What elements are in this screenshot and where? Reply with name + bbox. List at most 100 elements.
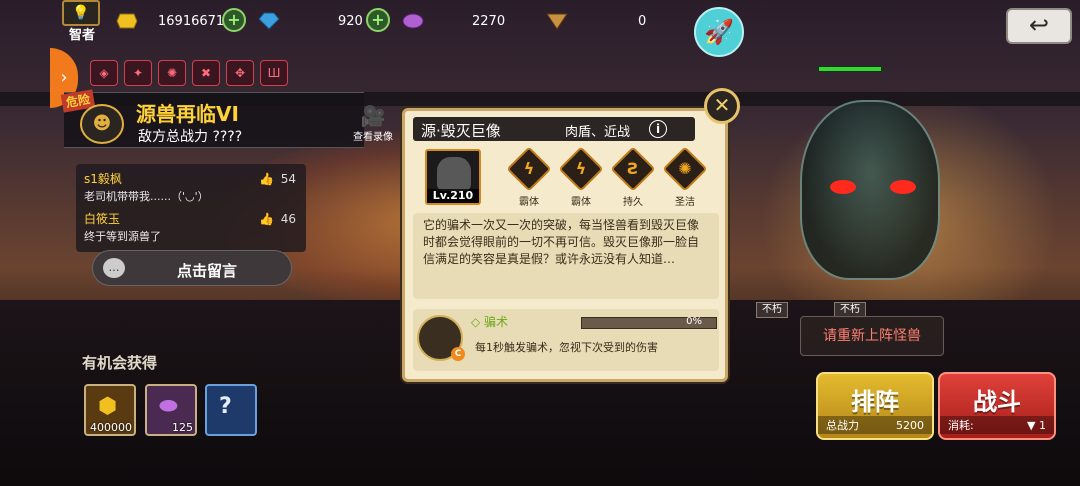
buff-row: ◈ ✦ ✺ ✖ ✥ Ш <box>90 60 288 86</box>
trait-item[interactable]: ✺ 圣洁 <box>662 146 708 208</box>
monster-body <box>800 100 940 280</box>
leave-message-label: 点击留言 <box>177 262 238 280</box>
reward-gold[interactable]: ⬢ 400000 <box>84 384 136 436</box>
comment-text: 老司机带带我......（'◡'） <box>84 190 209 203</box>
trait-item[interactable]: Ƨ 持久 <box>610 146 656 208</box>
purple-stone-icon <box>402 13 424 29</box>
monster-hp-bar <box>818 66 882 72</box>
buff-icon[interactable]: ✥ <box>226 60 254 86</box>
skill-name: ◇ 骗术 <box>471 315 509 329</box>
holy-sun-icon: ✺ <box>662 146 708 192</box>
comment-panel: s1毅枫 老司机带带我......（'◡'） 👍 54 白筱玉 终于等到源兽了 … <box>76 164 306 252</box>
description-box: 它的骗术一次又一次的突破，每当怪兽看到毁灭巨像时都会觉得眼前的一切不再可信。毁灭… <box>413 213 719 299</box>
buff-icon[interactable]: ✺ <box>158 60 186 86</box>
monster-level: Lv.210 <box>427 189 479 203</box>
reward-title: 有机会获得 <box>82 354 158 372</box>
close-icon: ✕ <box>713 93 731 117</box>
cost-label: 消耗: <box>948 419 974 432</box>
skill-description: 每1秒触发骗术，忽视下次受到的伤害 <box>475 341 658 354</box>
top-bar: 💡 智者 16916671 + 920 + 2270 0 🚀 ↩ <box>0 0 1080 57</box>
comment-likes: 54 <box>280 172 296 186</box>
camera-icon: 🎥 <box>360 104 386 128</box>
buff-icon[interactable]: ✖ <box>192 60 220 86</box>
monster-info-popup: 源·毁灭巨像 肉盾、近战 i Lv.210 ϟ 霸体 ϟ 霸体 Ƨ 持久 ✺ 圣… <box>402 108 728 382</box>
monster-eye <box>830 180 856 194</box>
reward-stone[interactable]: ⬬ 125 <box>145 384 197 436</box>
formation-button[interactable]: 排阵 总战力 5200 <box>816 372 934 440</box>
replay-button[interactable]: 🎥 查看录像 <box>350 104 396 144</box>
thumb-up-icon[interactable]: 👍 <box>259 172 274 186</box>
trait-label: 霸体 <box>519 197 539 208</box>
player-avatar[interactable]: 💡 <box>62 0 100 26</box>
trait-item[interactable]: ϟ 霸体 <box>558 146 604 208</box>
power-label: 总战力 <box>826 419 859 432</box>
replay-label: 查看录像 <box>353 132 393 143</box>
gold-resource <box>116 10 144 32</box>
mystery-box-icon: ? <box>219 394 232 419</box>
popup-header: 源·毁灭巨像 肉盾、近战 i <box>413 117 695 141</box>
reward-qty: 125 <box>172 421 193 434</box>
gem-icon <box>258 12 280 30</box>
monster-figure <box>437 157 471 191</box>
skill-icon[interactable]: C <box>417 315 465 361</box>
battle-cost: 消耗: ▼ 1 <box>940 416 1054 434</box>
buff-icon[interactable]: Ш <box>260 60 288 86</box>
gold-icon <box>116 13 138 29</box>
boss-face-icon: ☻ <box>80 104 124 144</box>
endurance-icon: Ƨ <box>610 146 656 192</box>
battle-label: 战斗 <box>973 388 1021 416</box>
immortal-tag: 不朽 <box>756 302 788 318</box>
battle-button[interactable]: 战斗 消耗: ▼ 1 <box>938 372 1056 440</box>
purple-stone-icon: ⬬ <box>159 394 178 419</box>
skill-grade: C <box>451 347 465 361</box>
formation-label: 排阵 <box>851 388 899 416</box>
add-gem-button[interactable]: + <box>366 8 390 32</box>
gold-pile-icon: ⬢ <box>98 394 118 419</box>
rank-label: 智者 <box>68 28 95 43</box>
close-popup-button[interactable]: ✕ <box>704 88 740 124</box>
gold-value: 16916671 <box>158 13 225 29</box>
add-gold-button[interactable]: + <box>222 8 246 32</box>
gem-value: 920 <box>338 13 363 29</box>
rocket-icon: 🚀 <box>704 18 734 46</box>
rocket-button[interactable]: 🚀 <box>694 7 744 57</box>
boss-name: 源兽再临VI <box>136 102 239 126</box>
chat-bubble-icon: … <box>103 258 125 278</box>
buff-icon[interactable]: ✦ <box>124 60 152 86</box>
triangle-token-icon <box>546 13 568 30</box>
reward-mystery[interactable]: ? <box>205 384 257 436</box>
trait-label: 持久 <box>623 197 643 208</box>
lightning-icon: ϟ <box>558 146 604 192</box>
monster-eye <box>890 180 916 194</box>
chevron-right-icon: › <box>60 67 68 88</box>
thumb-up-icon[interactable]: 👍 <box>259 212 274 226</box>
cost-value: ▼ 1 <box>1027 418 1046 432</box>
comment-text: 终于等到源兽了 <box>84 230 161 243</box>
gold-value-wrap: 16916671 <box>158 10 224 32</box>
trait-item[interactable]: ϟ 霸体 <box>506 146 552 208</box>
token-resource <box>546 10 574 32</box>
comment-user: s1毅枫 <box>84 172 122 186</box>
stone-value-wrap: 2270 <box>472 10 505 32</box>
stone-value: 2270 <box>472 13 506 29</box>
leave-message-button[interactable]: … 点击留言 <box>92 250 292 286</box>
comment-likes: 46 <box>280 212 296 226</box>
info-icon[interactable]: i <box>649 120 667 138</box>
enemy-power: 敌方总战力 ???? <box>138 129 243 145</box>
buff-icon[interactable]: ◈ <box>90 60 118 86</box>
gem-resource <box>258 10 286 32</box>
skill-progress-bar: 0% <box>581 316 717 329</box>
reward-qty: 400000 <box>90 421 132 434</box>
comment-user: 白筱玉 <box>84 212 121 226</box>
monster-role: 肉盾、近战 <box>565 125 631 140</box>
back-button[interactable]: ↩ <box>1006 8 1072 44</box>
skill-box: C ◇ 骗术 0% 每1秒触发骗术，忽视下次受到的伤害 <box>413 309 719 371</box>
lightning-icon: ϟ <box>506 146 552 192</box>
monster-portrait: Lv.210 <box>425 149 481 205</box>
back-arrow-icon: ↩ <box>1028 11 1050 39</box>
skill-progress-label: 0% <box>686 316 702 327</box>
trait-label: 霸体 <box>571 197 591 208</box>
trait-label: 圣洁 <box>675 197 695 208</box>
formation-power: 总战力 5200 <box>818 416 932 434</box>
redeploy-hint: 请重新上阵怪兽 <box>800 316 944 356</box>
